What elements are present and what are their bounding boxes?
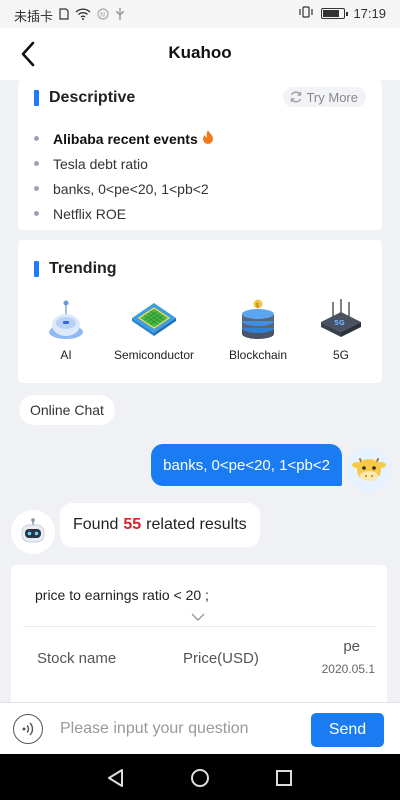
- online-chat-label: Online Chat: [19, 395, 115, 425]
- trend-label: 5G: [332, 348, 349, 362]
- triangle-back-icon: [108, 769, 123, 787]
- bot-message-prefix: Found: [73, 516, 119, 533]
- try-more-button[interactable]: Try More: [283, 87, 366, 107]
- nav-home-button[interactable]: [188, 766, 212, 790]
- descriptive-heading: Descriptive: [34, 89, 135, 107]
- bot-avatar[interactable]: [11, 510, 55, 554]
- carrier-text: 未插卡: [14, 9, 54, 24]
- list-item-label: banks, 0<pe<20, 1<pb<2: [53, 180, 209, 197]
- voice-wave-icon: [22, 722, 34, 736]
- system-nav-bar: [0, 754, 400, 800]
- trend-item-5g[interactable]: 5G 5G: [286, 298, 396, 362]
- bot-message-suffix: related results: [146, 516, 247, 533]
- robot-avatar-icon: [21, 518, 45, 543]
- app-header: Kuahoo: [0, 28, 400, 80]
- bullet-dot: [34, 136, 39, 141]
- section-accent-bar: [34, 90, 39, 106]
- router-5g-icon: 5G: [286, 298, 396, 340]
- divider: [23, 626, 375, 627]
- nav-recents-button[interactable]: [272, 766, 296, 790]
- sim-icon: [59, 8, 69, 23]
- user-message-text: banks, 0<pe<20, 1<pb<2: [163, 456, 330, 474]
- list-item[interactable]: banks, 0<pe<20, 1<pb<2: [34, 176, 214, 201]
- clock-text: 17:19: [353, 6, 386, 21]
- cow-avatar-icon: [352, 458, 386, 481]
- column-header-pe[interactable]: pe: [343, 638, 360, 655]
- svg-text:5G: 5G: [334, 319, 345, 327]
- result-count: 55: [123, 516, 142, 533]
- section-accent-bar: [34, 261, 39, 277]
- question-input[interactable]: [60, 713, 300, 745]
- filter-condition: price to earnings ratio < 20 ;: [35, 587, 209, 603]
- column-header-stock-name[interactable]: Stock name: [37, 650, 116, 667]
- trending-heading: Trending: [34, 260, 117, 278]
- column-header-price[interactable]: Price(USD): [183, 650, 259, 667]
- trending-items: AI Semiconductor $ Blockchain 5G 5G: [18, 298, 382, 368]
- descriptive-title: Descriptive: [49, 89, 136, 106]
- descriptive-card: Descriptive Try More Alibaba recent even…: [18, 80, 382, 230]
- list-item-label: Alibaba recent events: [53, 130, 198, 147]
- list-item-label: Netflix ROE: [53, 205, 127, 222]
- trending-card: Trending AI Semiconductor $ Blockchain 5…: [18, 240, 382, 383]
- try-more-label: Try More: [306, 89, 358, 105]
- page-title: Kuahoo: [168, 43, 232, 62]
- chip-icon: [99, 298, 209, 340]
- result-card: price to earnings ratio < 20 ; Stock nam…: [11, 565, 387, 705]
- battery-icon: [321, 8, 349, 19]
- svg-text:$: $: [256, 302, 260, 309]
- expand-button[interactable]: [191, 609, 205, 627]
- trend-item-semiconductor[interactable]: Semiconductor: [99, 298, 209, 362]
- list-item[interactable]: Netflix ROE: [34, 201, 214, 226]
- refresh-icon: [291, 91, 302, 103]
- user-avatar[interactable]: [347, 448, 391, 492]
- bot-message-bubble: Found 55 related results: [60, 503, 260, 547]
- nfc-icon: N: [97, 8, 109, 23]
- bullet-dot: [34, 161, 39, 166]
- send-button[interactable]: Send: [311, 713, 384, 747]
- usb-icon: [115, 8, 125, 23]
- chevron-down-icon: [191, 613, 205, 621]
- user-message-bubble: banks, 0<pe<20, 1<pb<2: [151, 444, 342, 486]
- svg-text:N: N: [100, 11, 105, 19]
- trend-label: Semiconductor: [113, 348, 195, 362]
- list-item[interactable]: Tesla debt ratio: [34, 151, 214, 176]
- wifi-icon: [75, 8, 91, 23]
- trending-title: Trending: [49, 260, 117, 277]
- fire-icon: [202, 130, 214, 147]
- column-header-pe-date: 2020.05.1: [321, 662, 375, 676]
- bullet-dot: [34, 211, 39, 216]
- square-recents-icon: [276, 770, 292, 786]
- nav-back-button[interactable]: [103, 766, 127, 790]
- input-bar: Send: [0, 702, 400, 754]
- status-bar: 未插卡 N 17:19: [0, 0, 400, 28]
- list-item[interactable]: Alibaba recent events: [34, 126, 214, 151]
- list-item-label: Tesla debt ratio: [53, 155, 148, 172]
- voice-input-button[interactable]: [13, 714, 43, 744]
- circle-home-icon: [191, 769, 209, 787]
- descriptive-list: Alibaba recent events Tesla debt ratio b…: [34, 126, 214, 226]
- bullet-dot: [34, 186, 39, 191]
- vibrate-icon: [299, 6, 314, 21]
